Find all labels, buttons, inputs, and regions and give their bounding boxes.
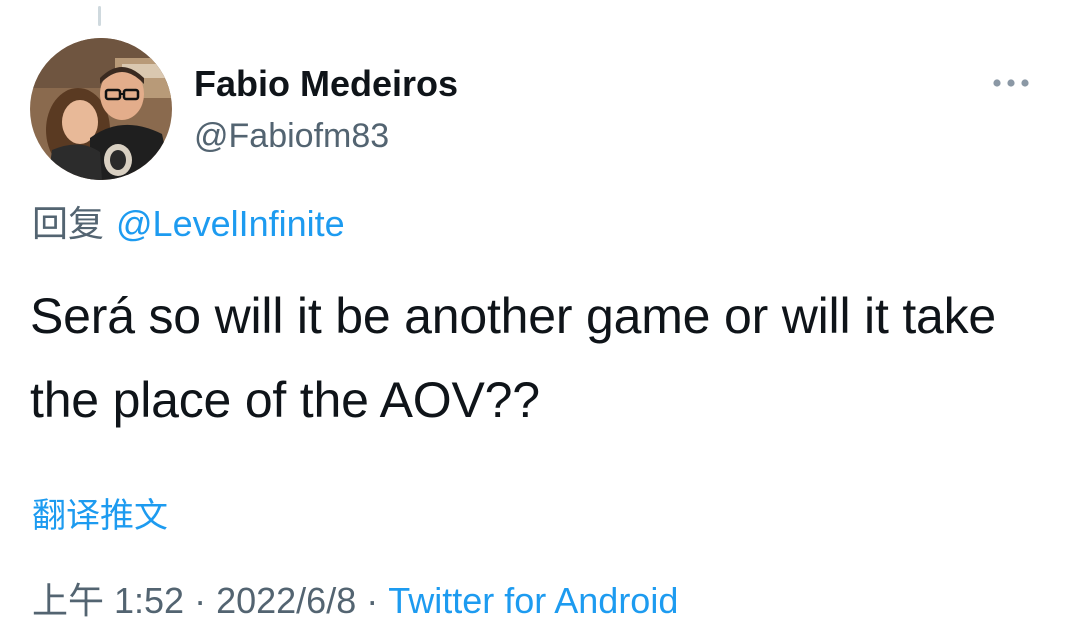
author-display-name[interactable]: Fabio Medeiros [194, 62, 458, 106]
author-handle[interactable]: @Fabiofm83 [194, 114, 389, 158]
reply-prefix-label: 回复 [32, 203, 105, 244]
tweet-text: Será so will it be another game or will … [30, 288, 997, 428]
reply-mention-link[interactable]: @LevelInfinite [116, 203, 345, 244]
translate-tweet-link[interactable]: 翻译推文 [32, 494, 168, 538]
meta-separator: · [194, 580, 207, 621]
ellipsis-icon [993, 79, 1029, 87]
tweet-date[interactable]: 2022/6/8 [216, 580, 356, 621]
meta-separator: · [366, 580, 379, 621]
more-options-button[interactable] [986, 66, 1036, 100]
avatar[interactable] [30, 38, 172, 180]
tweet-time[interactable]: 上午 1:52 [32, 580, 184, 621]
tweet-metadata: 上午 1:52 · 2022/6/8 · Twitter for Android [32, 578, 678, 624]
tweet-source-link[interactable]: Twitter for Android [388, 580, 678, 621]
reply-context: 回复 @LevelInfinite [32, 202, 345, 246]
thread-connector-line [98, 6, 101, 26]
profile-photo-icon [30, 38, 172, 180]
